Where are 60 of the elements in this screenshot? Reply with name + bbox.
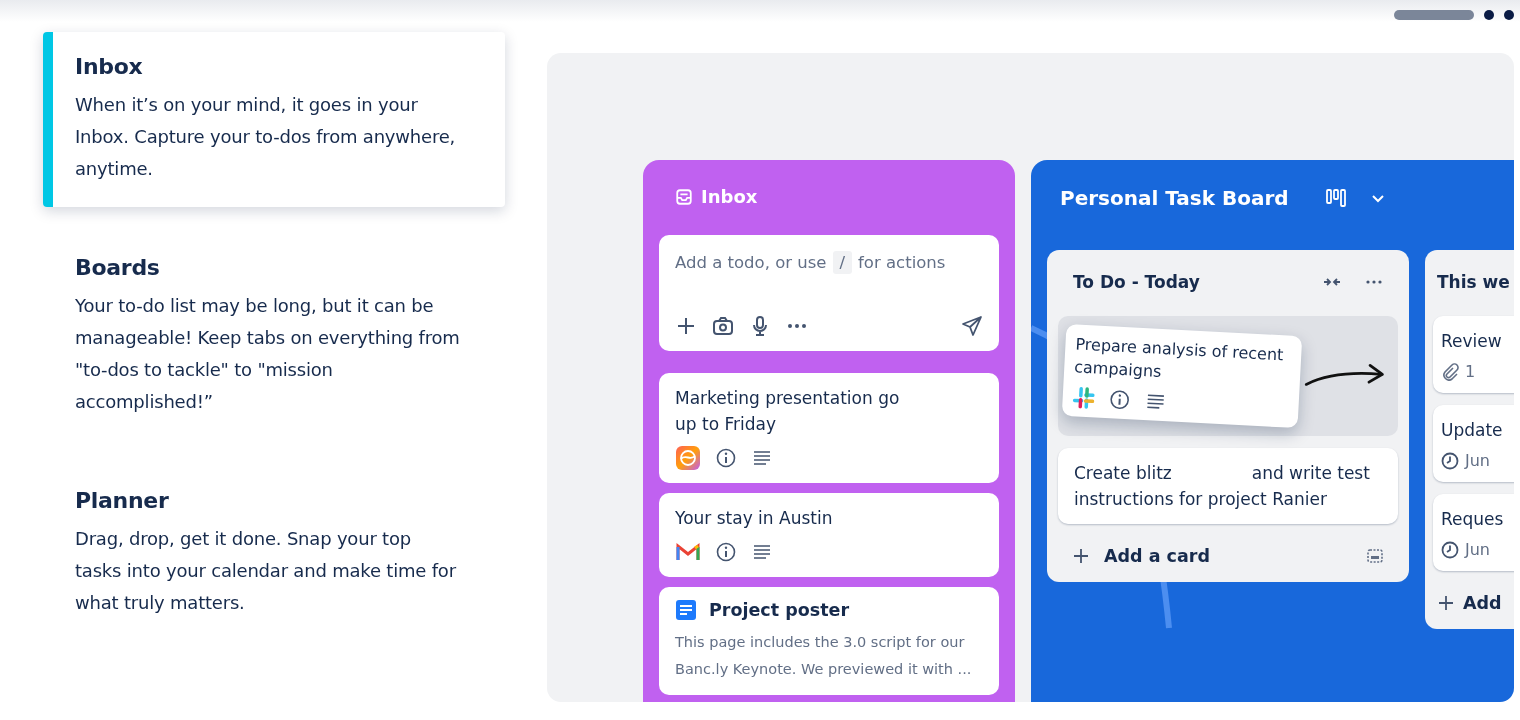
inbox-title: Inbox — [701, 186, 758, 207]
feature-title: Boards — [75, 255, 161, 280]
feature-description: When it’s on your mind, it goes in your Inbox. Capture your to-dos from anywhere, anytime. — [75, 93, 457, 181]
carousel-indicator[interactable] — [1504, 10, 1514, 20]
card-meta: 1 — [1465, 362, 1476, 381]
card-title: Project poster — [709, 600, 849, 620]
info-icon — [715, 541, 737, 563]
plus-icon — [1072, 547, 1090, 565]
feature-description: Drag, drop, get it done. Snap your top tasks into your calendar and make time for what truly matters. — [75, 527, 457, 615]
card-title: Marketing presentation go up to Friday — [675, 387, 901, 436]
feature-tab[interactable]: Inbox When it’s on your mind, it goes in your Inbox. Capture your to-dos from anywhere, anytime. — [43, 32, 505, 207]
inbox-icon — [675, 187, 693, 206]
add-card-button[interactable]: Add a card — [1058, 536, 1398, 570]
board-view-icon[interactable] — [1324, 187, 1347, 209]
card-title: Prepare analysis of recent campaigns — [1073, 333, 1285, 383]
todo-card[interactable]: Your stay in Austin — [659, 493, 999, 577]
feature-tab[interactable]: Boards Your to-do list may be long, but it can be manageable! Keep tabs on everything from "to-dos to tackle" to "mission accomplished!” — [43, 233, 505, 440]
chat-app-icon — [1072, 386, 1096, 410]
task-card[interactable]: Review 1 — [1433, 316, 1514, 393]
task-card[interactable]: Update Jun — [1433, 405, 1514, 482]
clock-icon — [1441, 451, 1459, 470]
shortcut-key: / — [832, 251, 853, 274]
app-icon — [675, 445, 701, 471]
task-card[interactable]: Create blitz and write test instructions for project Ranier — [1058, 448, 1398, 524]
card-title: Create blitz — [1074, 462, 1172, 485]
list-title: This we — [1437, 272, 1510, 292]
feature-title: Planner — [75, 488, 170, 513]
card-meta: Jun — [1465, 451, 1490, 470]
todo-card[interactable]: Marketing presentation go up to Friday — [659, 373, 999, 483]
carousel-indicator[interactable] — [1484, 10, 1494, 20]
board-title: Personal Task Board — [1060, 186, 1289, 210]
card-description: This page includes the 3.0 script for our Banc.ly Keynote. We previewed it with ... — [675, 633, 973, 679]
paperclip-icon — [1441, 362, 1459, 381]
card-title: instructions for project Ranier — [1074, 488, 1328, 511]
placeholder-text: for actions — [858, 253, 946, 272]
card-title: Reques — [1441, 508, 1505, 531]
add-card-button[interactable]: Add — [1433, 583, 1514, 617]
card-title: and write test — [1251, 462, 1370, 485]
dragged-card[interactable]: Prepare analysis of recent campaigns — [1061, 323, 1303, 429]
feature-title: Inbox — [75, 54, 144, 79]
info-icon — [715, 447, 737, 469]
plus-icon — [1437, 594, 1455, 612]
document-icon — [675, 599, 697, 621]
plus-icon[interactable] — [675, 315, 697, 337]
feature-tab[interactable]: Planner Drag, drop, get it done. Snap your top tasks into your calendar and make time for what truly matters. — [43, 466, 505, 641]
card-meta: Jun — [1465, 540, 1490, 559]
todo-input-field[interactable]: Add a todo, or use / for actions — [659, 235, 999, 351]
card-title: Update — [1441, 419, 1504, 442]
send-icon[interactable] — [961, 315, 983, 337]
placeholder-text: Add a todo, or use — [675, 253, 827, 272]
template-icon[interactable] — [1366, 547, 1384, 565]
info-icon — [1108, 388, 1132, 412]
camera-icon[interactable] — [712, 315, 734, 337]
clock-icon — [1441, 540, 1459, 559]
task-card[interactable]: Reques Jun — [1433, 494, 1514, 571]
feature-description: Your to-do list may be long, but it can be manageable! Keep tabs on everything from "to-dos to tackle" to "mission accomplished!” — [75, 294, 461, 414]
list-title: To Do - Today — [1073, 272, 1200, 292]
card-title: Your stay in Austin — [675, 507, 834, 530]
card-title: Review — [1441, 330, 1503, 353]
todo-card[interactable]: Project poster This page includes the 3.0 script for our Banc.ly Keynote. We previewed it with ... — [659, 587, 999, 695]
